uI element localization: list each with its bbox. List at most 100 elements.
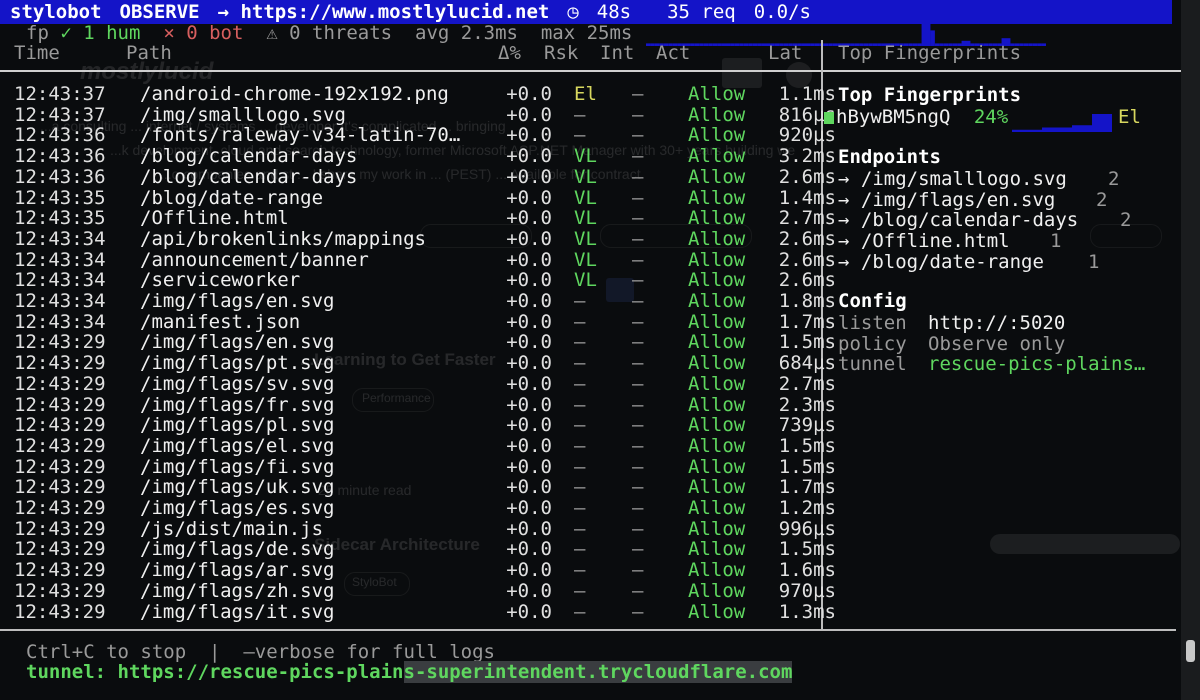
row-latency: 1.8ms <box>778 290 836 313</box>
row-risk: – <box>574 310 586 333</box>
header-divider <box>0 70 1200 72</box>
table-row[interactable]: 12:43:37/img/smalllogo.svg +0.0– – Allow 816… <box>0 103 836 126</box>
table-row[interactable]: 12:43:29/img/flags/zh.svg +0.0– – Allow 970µ… <box>0 581 836 602</box>
mode-badge: OBSERVE <box>119 1 200 23</box>
row-action: Allow <box>688 290 746 313</box>
row-delta: +0.0 <box>506 83 552 105</box>
row-time: 12:43:34 <box>14 269 106 292</box>
spark-bar <box>708 43 713 46</box>
row-latency: 739µs <box>778 414 836 437</box>
row-path: /img/flags/uk.svg <box>140 476 335 499</box>
endpoint-item[interactable]: → /Offline.html 1 <box>838 230 1061 252</box>
endpoint-path: → /blog/date-range <box>838 250 1044 273</box>
scrollbar-thumb[interactable] <box>1186 640 1195 662</box>
table-row[interactable]: 12:43:29/img/flags/el.svg +0.0– – Allow 1.5m… <box>0 436 836 457</box>
table-row[interactable]: 12:43:36/fonts/raleway-v34-latin-70… +0.0… <box>0 125 836 146</box>
row-path: /announcement/banner <box>140 248 369 271</box>
row-delta: +0.0 <box>506 517 552 540</box>
row-intent: – <box>632 538 644 561</box>
endpoint-item[interactable]: → /img/flags/en.svg 2 <box>838 189 1107 211</box>
endpoint-item[interactable]: → /blog/date-range 1 <box>838 250 1099 273</box>
row-time: 12:43:29 <box>14 352 106 375</box>
row-delta: +0.0 <box>506 372 552 395</box>
table-row[interactable]: 12:43:34/manifest.json +0.0– – Allow 1.7ms <box>0 312 836 333</box>
row-delta: +0.0 <box>506 559 552 582</box>
footer-tunnel[interactable]: tunnel: https://rescue-pics-plains-super… <box>26 661 793 683</box>
table-row[interactable]: 12:43:34/img/flags/en.svg +0.0– – Allow 1.8m… <box>0 291 836 312</box>
row-intent: – <box>632 83 644 105</box>
row-latency: 2.6ms <box>778 248 836 271</box>
row-intent: – <box>632 455 644 478</box>
row-latency: 1.5ms <box>778 455 836 478</box>
row-intent: – <box>632 476 644 499</box>
table-row[interactable]: 12:43:35/blog/date-range +0.0 VL – Allow 1.4m… <box>0 186 836 209</box>
row-intent: – <box>632 393 644 416</box>
row-path: /img/smalllogo.svg <box>140 103 346 126</box>
table-row[interactable]: 12:43:29/img/flags/de.svg +0.0– – Allow 1.5m… <box>0 539 836 560</box>
fingerprint-row[interactable]: hBywBM5ngQ 24% El <box>824 106 1141 128</box>
row-latency: 3.2ms <box>778 145 836 168</box>
row-risk: – <box>574 414 586 437</box>
table-row[interactable]: 12:43:29/img/flags/es.svg +0.0– – Allow 1.2m… <box>0 498 836 519</box>
config-key: policy <box>838 332 907 355</box>
row-latency: 1.5ms <box>778 331 836 354</box>
row-time: 12:43:34 <box>14 248 106 271</box>
table-row[interactable]: 12:43:29/img/flags/sv.svg +0.0– – Allow 2.7m… <box>0 374 836 395</box>
row-risk: – <box>574 103 586 126</box>
row-intent: – <box>632 165 644 188</box>
table-row[interactable]: 12:43:29/img/flags/pt.svg +0.0– – Allow 684µ… <box>0 353 836 374</box>
table-row[interactable]: 12:43:29/img/flags/fi.svg +0.0– – Allow 1.5m… <box>0 455 836 478</box>
row-risk: – <box>574 497 586 520</box>
spark-bar <box>703 43 709 46</box>
target-url: → https://www.mostlylucid.net <box>217 1 550 23</box>
spark-bar <box>1041 43 1046 46</box>
table-row[interactable]: 12:43:35/Offline.html +0.0 VL – Allow 2.7ms <box>0 208 836 229</box>
table-row[interactable]: 12:43:29/img/flags/en.svg +0.0– – Allow 1.5m… <box>0 332 836 353</box>
row-intent: – <box>632 352 644 375</box>
config-value[interactable]: rescue-pics-plains… <box>928 353 1145 375</box>
row-risk: – <box>574 372 586 395</box>
row-risk: VL <box>574 248 597 271</box>
table-row[interactable]: 12:43:29/img/flags/uk.svg +0.0– – Allow 1.7m… <box>0 477 836 498</box>
config-item: policy Observe only <box>838 332 1065 355</box>
table-row[interactable]: 12:43:34/announcement/banner +0.0 VL – Allow… <box>0 248 836 271</box>
table-row[interactable]: 12:43:34/serviceworker +0.0 VL – Allow 2.6ms <box>0 270 836 291</box>
row-delta: +0.0 <box>506 103 552 126</box>
row-risk: – <box>574 434 586 457</box>
row-risk: – <box>574 517 586 540</box>
row-time: 12:43:29 <box>14 579 106 602</box>
row-action: Allow <box>688 248 746 271</box>
row-action: Allow <box>688 227 746 250</box>
config-title: Config <box>838 290 907 312</box>
row-time: 12:43:35 <box>14 186 106 209</box>
endpoint-item[interactable]: → /img/smalllogo.svg 2 <box>838 168 1119 190</box>
table-row[interactable]: 12:43:37/android-chrome-192x192.png +0.0 E… <box>0 84 836 105</box>
row-path: /blog/calendar-days <box>140 145 358 168</box>
row-action: Allow <box>688 310 746 333</box>
table-row[interactable]: 12:43:36/blog/calendar-days +0.0 VL – Allow 3… <box>0 146 836 167</box>
table-row[interactable]: 12:43:29/img/flags/it.svg +0.0– – Allow 1.3m… <box>0 601 836 623</box>
spark-bar <box>810 43 815 46</box>
row-path: /img/flags/en.svg <box>140 290 335 313</box>
endpoint-item[interactable]: → /blog/calendar-days 2 <box>838 209 1131 231</box>
table-row[interactable]: 12:43:29/img/flags/pl.svg +0.0– – Allow 739µ… <box>0 415 836 436</box>
table-row[interactable]: 12:43:34/api/brokenlinks/mappings +0.0 VL –… <box>0 229 836 250</box>
footer-hint: Ctrl+C to stop | —verbose for full logs <box>26 641 495 663</box>
row-intent: – <box>632 103 644 126</box>
row-risk: – <box>574 124 586 147</box>
spark-bar <box>1032 43 1038 46</box>
row-latency: 2.7ms <box>778 207 836 230</box>
threat-count: ⚠ 0 threats <box>266 22 393 44</box>
row-delta: +0.0 <box>506 331 552 354</box>
tunnel-url-selected: s-superintendent.trycloudflare.com <box>403 661 793 683</box>
row-time: 12:43:29 <box>14 414 106 437</box>
col-delta: Δ% <box>498 42 521 64</box>
table-row[interactable]: 12:43:29/img/flags/fr.svg +0.0– – Allow 2.3m… <box>0 393 836 416</box>
table-row[interactable]: 12:43:29/js/dist/main.js +0.0– – Allow 996µs <box>0 519 836 540</box>
row-delta: +0.0 <box>506 352 552 375</box>
scrollbar[interactable] <box>1181 0 1200 700</box>
table-row[interactable]: 12:43:29/img/flags/ar.svg +0.0– – Allow 1.6m… <box>0 560 836 581</box>
spark-bar <box>748 43 753 46</box>
table-row[interactable]: 12:43:36/blog/calendar-days +0.0 VL – Allow 2… <box>0 167 836 188</box>
row-action: Allow <box>688 455 746 478</box>
